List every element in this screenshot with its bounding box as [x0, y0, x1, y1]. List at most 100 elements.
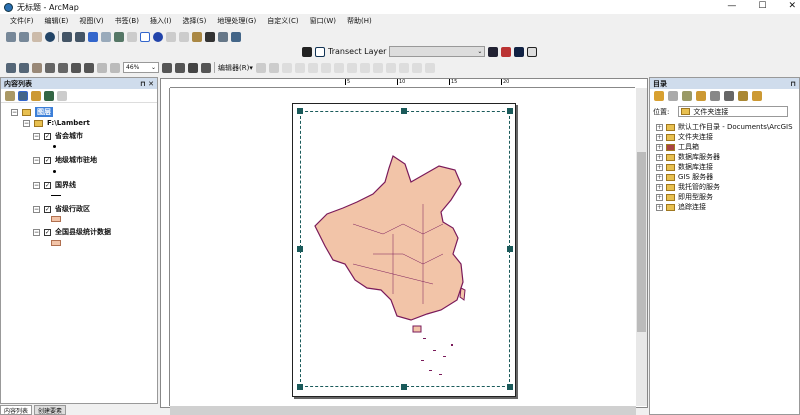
checkbox[interactable]: ✓ [44, 181, 51, 189]
back-icon[interactable] [654, 91, 664, 101]
selection-handle[interactable] [401, 108, 407, 114]
selection-handle[interactable] [507, 246, 513, 252]
catalog-item[interactable]: + 默认工作目录 - Documents\ArcGIS [656, 122, 793, 132]
split-icon[interactable] [372, 62, 383, 73]
zoom-100-icon[interactable] [58, 62, 68, 73]
catalog-item[interactable]: + 数据库服务器 [656, 152, 720, 162]
catalog-item[interactable]: + 文件夹连接 [656, 132, 713, 142]
options-icon[interactable] [57, 91, 67, 101]
end-point-arc-icon[interactable] [294, 62, 305, 73]
minimize-button[interactable]: — [727, 1, 736, 11]
list-by-selection-icon[interactable] [44, 91, 54, 101]
checkbox[interactable]: ✓ [44, 156, 51, 164]
checkbox[interactable]: ✓ [44, 228, 51, 236]
menu-selection[interactable]: 选择(S) [182, 16, 206, 26]
toggle-draft-icon[interactable] [162, 62, 172, 73]
warning-icon[interactable] [527, 46, 538, 57]
next-extent-icon[interactable] [110, 62, 120, 73]
menu-bookmarks[interactable]: 书签(B) [115, 16, 139, 26]
transect-tool-icon[interactable] [302, 46, 312, 57]
layer-item[interactable]: − ✓ 地级城市驻地 [33, 155, 97, 165]
zoom-out-icon[interactable] [19, 31, 29, 42]
selection-handle[interactable] [401, 384, 407, 390]
location-input[interactable]: 文件夹连接 [678, 106, 789, 117]
selection-handle[interactable] [507, 108, 513, 114]
checkbox[interactable]: ✓ [44, 205, 51, 213]
back-icon[interactable] [88, 31, 98, 42]
menu-customize[interactable]: 自定义(C) [267, 16, 298, 26]
close-button[interactable]: ✕ [788, 1, 796, 11]
list-by-visibility-icon[interactable] [31, 91, 41, 101]
pin-close-icon[interactable]: ⊓ ✕ [140, 80, 154, 88]
pin-icon[interactable]: ⊓ [790, 80, 796, 88]
checkbox[interactable]: ✓ [44, 132, 51, 140]
collapse-icon[interactable]: − [11, 108, 18, 116]
rotate-icon[interactable] [385, 62, 396, 73]
edit-tool-icon[interactable] [255, 62, 266, 73]
forward-icon[interactable] [668, 91, 678, 101]
catalog-item[interactable]: + 即用型服务 [656, 192, 713, 202]
list-by-drawing-order-icon[interactable] [5, 91, 15, 101]
scrollbar-thumb[interactable] [637, 152, 646, 332]
selection-handle[interactable] [297, 384, 303, 390]
collapse-icon[interactable]: − [23, 119, 30, 127]
zoom-whole-page-icon[interactable] [45, 62, 55, 73]
html-popup-icon[interactable] [179, 31, 189, 42]
maximize-button[interactable]: ☐ [758, 1, 766, 11]
data-frame-layers[interactable]: 图层 [35, 107, 53, 117]
forward-icon[interactable] [101, 31, 111, 42]
construction-tools-icon[interactable] [307, 62, 318, 73]
menu-geoprocessing[interactable]: 地理处理(G) [217, 16, 256, 26]
selection-handle[interactable] [297, 108, 303, 114]
layer-item[interactable]: − ✓ 省会城市 [33, 131, 83, 141]
menu-help[interactable]: 帮助(H) [347, 16, 372, 26]
selection-handle[interactable] [507, 384, 513, 390]
catalog-item[interactable]: + 我托管的服务 [656, 182, 720, 192]
horizontal-scrollbar[interactable] [170, 406, 636, 415]
sketch-properties-icon[interactable] [411, 62, 422, 73]
views-icon[interactable] [724, 91, 734, 101]
edit-vertices-icon[interactable] [333, 62, 344, 73]
select-elements-icon[interactable] [140, 31, 150, 42]
refresh-icon[interactable] [488, 46, 499, 57]
new-icon[interactable] [738, 91, 748, 101]
menu-edit[interactable]: 编辑(E) [45, 16, 69, 26]
layer-item[interactable]: − ✓ 省级行政区 [33, 204, 90, 214]
attributes-icon[interactable] [398, 62, 409, 73]
catalog-item[interactable]: + GIS 服务器 [656, 172, 713, 182]
options-icon[interactable] [752, 91, 762, 101]
layer-item[interactable]: − ✓ 全国县级统计数据 [33, 227, 111, 237]
change-layout-icon[interactable] [188, 62, 198, 73]
up-level-icon[interactable] [682, 91, 692, 101]
go-to-xy-icon[interactable] [218, 31, 228, 42]
layer-item[interactable]: − ✓ 国界线 [33, 180, 76, 190]
fixed-zoom-in-icon[interactable] [62, 31, 72, 42]
full-extent-icon[interactable] [45, 31, 55, 42]
list-by-source-icon[interactable] [18, 91, 28, 101]
menu-file[interactable]: 文件(F) [10, 16, 34, 26]
catalog-item[interactable]: + 数据库连接 [656, 162, 713, 172]
straight-segment-icon[interactable] [281, 62, 292, 73]
tab-create-features[interactable]: 创建要素 [34, 405, 67, 415]
pan-icon[interactable] [32, 31, 42, 42]
identify-icon[interactable] [153, 31, 163, 42]
time-slider-icon[interactable] [231, 31, 241, 42]
find-icon[interactable] [205, 31, 215, 42]
create-features-icon[interactable] [424, 62, 435, 73]
zoom-in-icon[interactable] [6, 31, 16, 42]
help-icon[interactable] [514, 46, 525, 57]
layout-zoom-in-icon[interactable] [6, 62, 16, 73]
reshape-icon[interactable] [346, 62, 357, 73]
menu-insert[interactable]: 插入(I) [150, 16, 172, 26]
focus-data-frame-icon[interactable] [175, 62, 185, 73]
hyperlink-icon[interactable] [166, 31, 176, 42]
editor-menu-button[interactable]: 编辑器(R)▾ [218, 63, 253, 73]
tool-icon[interactable] [501, 46, 512, 57]
layout-pan-icon[interactable] [32, 62, 42, 73]
data-driven-pages-icon[interactable] [201, 62, 211, 73]
midpoint-icon[interactable] [320, 62, 331, 73]
source-folder[interactable]: F:\Lambert [47, 119, 90, 127]
vertical-scrollbar[interactable] [636, 88, 647, 406]
layout-zoom-out-icon[interactable] [19, 62, 29, 73]
cut-polygons-icon[interactable] [359, 62, 370, 73]
